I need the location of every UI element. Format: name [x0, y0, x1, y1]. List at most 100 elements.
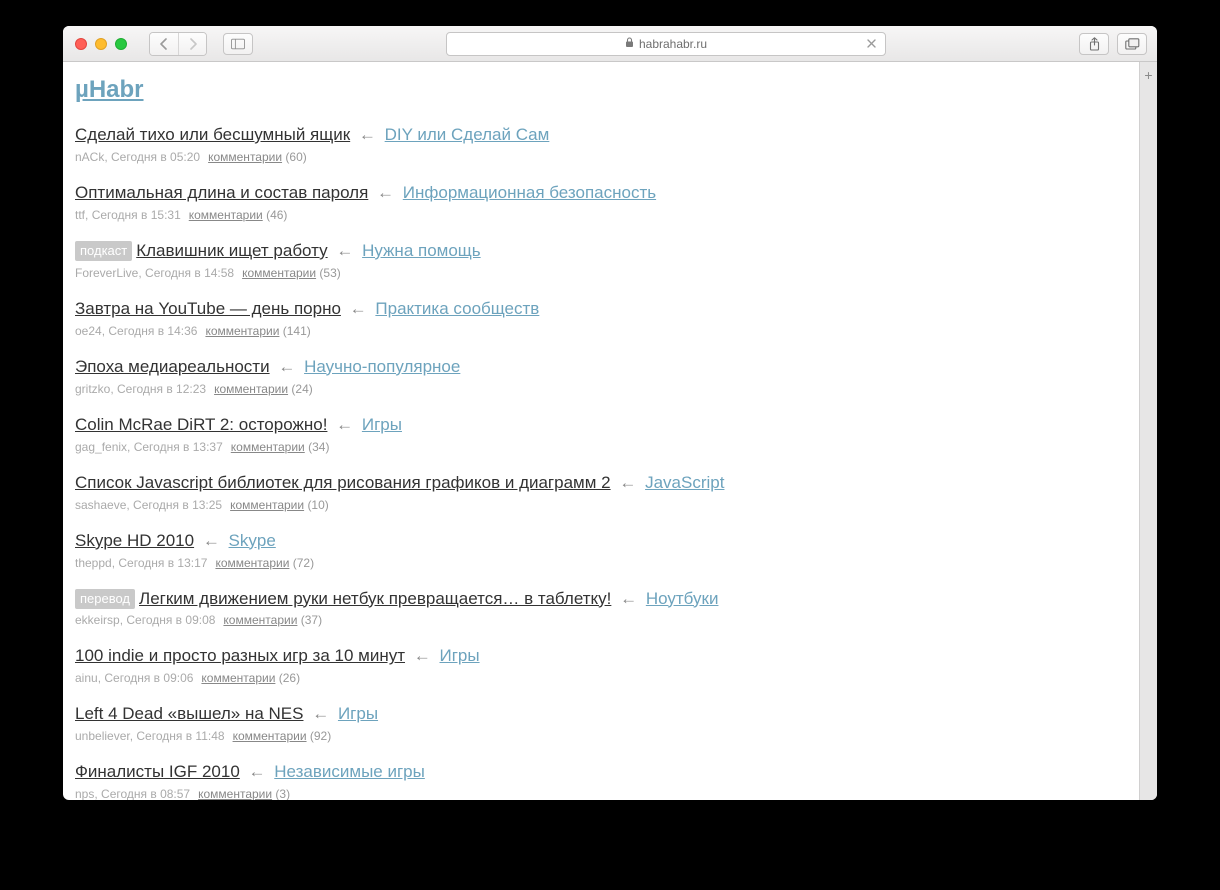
- post-author: theppd: [75, 556, 112, 570]
- arrow-icon: ←: [414, 646, 436, 665]
- comments-count: (92): [310, 729, 331, 743]
- arrow-icon: ←: [278, 357, 300, 376]
- post-item: Skype HD 2010 ← Skypetheppd, Сегодня в 1…: [75, 530, 1131, 570]
- post-author: nACk: [75, 150, 104, 164]
- post-title-line: Финалисты IGF 2010 ← Независимые игры: [75, 761, 1131, 784]
- comments-link[interactable]: комментарии: [223, 613, 297, 627]
- post-category-link[interactable]: Skype: [229, 531, 276, 550]
- post-author: unbeliever: [75, 729, 130, 743]
- post-time: Сегодня в 09:06: [104, 671, 193, 685]
- comments-link[interactable]: комментарии: [242, 266, 316, 280]
- post-item: Left 4 Dead «вышел» на NES ← Игры unbelie…: [75, 703, 1131, 743]
- comments-count: (72): [293, 556, 314, 570]
- post-category-link[interactable]: Игры: [338, 704, 378, 723]
- post-time: Сегодня в 13:25: [133, 498, 222, 512]
- post-category-link[interactable]: Игры: [362, 415, 402, 434]
- post-title-link[interactable]: Легким движением руки нетбук превращаетс…: [139, 589, 611, 608]
- post-title-link[interactable]: Оптимальная длина и состав пароля: [75, 183, 368, 202]
- post-category-link[interactable]: JavaScript: [645, 473, 724, 492]
- arrow-icon: ←: [336, 241, 358, 260]
- arrow-icon: ←: [336, 415, 358, 434]
- post-category-link[interactable]: Нужна помощь: [362, 241, 481, 260]
- post-title-link[interactable]: Список Javascript библиотек для рисовани…: [75, 473, 611, 492]
- post-author: ainu: [75, 671, 98, 685]
- post-title-line: Эпоха медиареальности ← Научно-популярно…: [75, 356, 1131, 379]
- comments-link[interactable]: комментарии: [231, 440, 305, 454]
- post-title-line: Список Javascript библиотек для рисовани…: [75, 472, 1131, 495]
- post-title-link[interactable]: Colin McRae DiRT 2: осторожно!: [75, 415, 327, 434]
- post-time: Сегодня в 13:17: [118, 556, 207, 570]
- post-title-link[interactable]: Left 4 Dead «вышел» на NES: [75, 704, 303, 723]
- post-author: sashaeve: [75, 498, 126, 512]
- post-title-link[interactable]: 100 indie и просто разных игр за 10 мину…: [75, 646, 405, 665]
- comments-count: (10): [307, 498, 328, 512]
- comments-link[interactable]: комментарии: [233, 729, 307, 743]
- arrow-icon: ←: [620, 589, 642, 608]
- stop-reload-button[interactable]: [863, 36, 879, 52]
- post-meta: gag_fenix, Сегодня в 13:37комментарии (3…: [75, 440, 1131, 454]
- maximize-window-button[interactable]: [115, 38, 127, 50]
- comments-link[interactable]: комментарии: [189, 208, 263, 222]
- back-button[interactable]: [150, 33, 178, 55]
- post-title-line: Skype HD 2010 ← Skype: [75, 530, 1131, 553]
- post-title-link[interactable]: Клавишник ищет работу: [136, 241, 327, 260]
- post-title-link[interactable]: Финалисты IGF 2010: [75, 762, 240, 781]
- post-title-link[interactable]: Завтра на YouTube — день порно: [75, 299, 341, 318]
- post-time: Сегодня в 08:57: [101, 787, 190, 800]
- post-title-link[interactable]: Сделай тихо или бесшумный ящик: [75, 125, 350, 144]
- post-meta: ttf, Сегодня в 15:31комментарии (46): [75, 208, 1131, 222]
- post-meta: unbeliever, Сегодня в 11:48комментарии (…: [75, 729, 1131, 743]
- address-bar[interactable]: habrahabr.ru: [446, 32, 886, 56]
- titlebar: habrahabr.ru: [63, 26, 1157, 62]
- comments-count: (46): [266, 208, 287, 222]
- lock-icon: [625, 37, 634, 51]
- post-time: Сегодня в 05:20: [111, 150, 200, 164]
- comments-link[interactable]: комментарии: [201, 671, 275, 685]
- post-category-link[interactable]: DIY или Сделай Сам: [385, 125, 550, 144]
- post-category-link[interactable]: Информационная безопасность: [403, 183, 656, 202]
- post-meta: ainu, Сегодня в 09:06комментарии (26): [75, 671, 1131, 685]
- post-author: ForeverLive: [75, 266, 138, 280]
- arrow-icon: ←: [312, 704, 334, 723]
- comments-link[interactable]: комментарии: [198, 787, 272, 800]
- post-author: ekkeirsp: [75, 613, 120, 627]
- post-meta: gritzko, Сегодня в 12:23комментарии (24): [75, 382, 1131, 396]
- post-badge: подкаст: [75, 241, 132, 262]
- post-title-line: подкастКлавишник ищет работу ← Нужна пом…: [75, 240, 1131, 263]
- sidebar-toggle-button[interactable]: [223, 33, 253, 55]
- comments-link[interactable]: комментарии: [205, 324, 279, 338]
- post-item: Оптимальная длина и состав пароля ← Инфо…: [75, 182, 1131, 222]
- comments-link[interactable]: комментарии: [230, 498, 304, 512]
- site-title[interactable]: µHabr: [75, 76, 1131, 104]
- post-category-link[interactable]: Ноутбуки: [646, 589, 719, 608]
- comments-link[interactable]: комментарии: [208, 150, 282, 164]
- share-button[interactable]: [1079, 33, 1109, 55]
- forward-button[interactable]: [178, 33, 206, 55]
- post-title-link[interactable]: Skype HD 2010: [75, 531, 194, 550]
- post-author: oe24: [75, 324, 102, 338]
- close-window-button[interactable]: [75, 38, 87, 50]
- post-category-link[interactable]: Практика сообществ: [375, 299, 539, 318]
- tabs-button[interactable]: [1117, 33, 1147, 55]
- post-title-line: Сделай тихо или бесшумный ящик ← DIY или…: [75, 124, 1131, 147]
- post-title-line: Left 4 Dead «вышел» на NES ← Игры: [75, 703, 1131, 726]
- minimize-window-button[interactable]: [95, 38, 107, 50]
- new-tab-button[interactable]: +: [1142, 68, 1156, 82]
- post-item: Colin McRae DiRT 2: осторожно! ← Игры gag…: [75, 414, 1131, 454]
- comments-link[interactable]: комментарии: [215, 556, 289, 570]
- post-title-line: Завтра на YouTube — день порно ← Практик…: [75, 298, 1131, 321]
- post-time: Сегодня в 14:58: [145, 266, 234, 280]
- post-meta: theppd, Сегодня в 13:17комментарии (72): [75, 556, 1131, 570]
- arrow-icon: ←: [359, 125, 381, 144]
- arrow-icon: ←: [203, 531, 225, 550]
- post-meta: ForeverLive, Сегодня в 14:58комментарии …: [75, 266, 1131, 280]
- post-category-link[interactable]: Игры: [439, 646, 479, 665]
- post-title-link[interactable]: Эпоха медиареальности: [75, 357, 270, 376]
- browser-window: habrahabr.ru µHabr Сделай тихо или бесшу…: [63, 26, 1157, 800]
- post-category-link[interactable]: Независимые игры: [274, 762, 425, 781]
- post-item: Список Javascript библиотек для рисовани…: [75, 472, 1131, 512]
- post-category-link[interactable]: Научно-популярное: [304, 357, 460, 376]
- comments-link[interactable]: комментарии: [214, 382, 288, 396]
- comments-count: (60): [285, 150, 306, 164]
- comments-count: (53): [319, 266, 340, 280]
